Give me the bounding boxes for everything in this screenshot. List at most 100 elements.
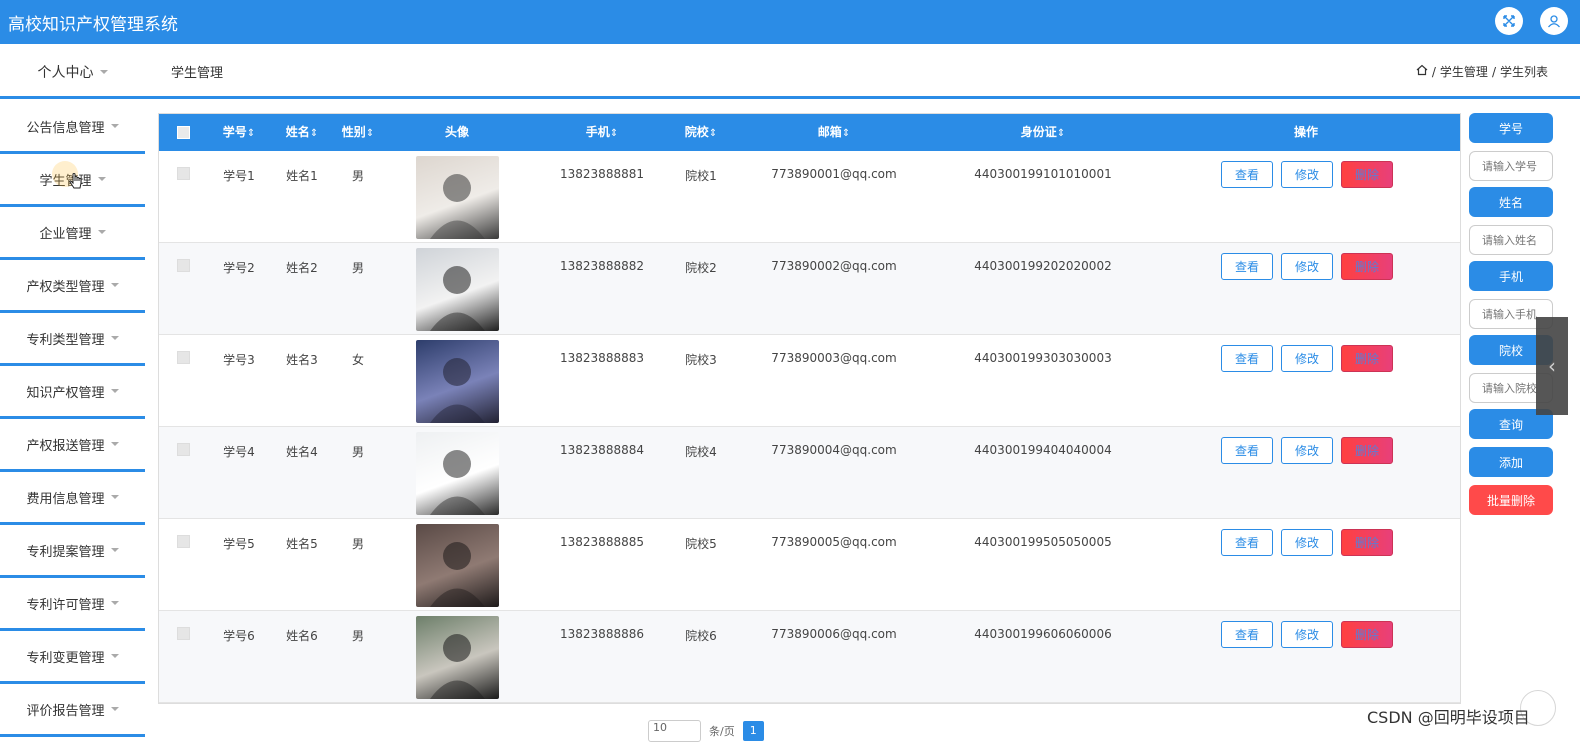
sidebar-item-ip[interactable]: 知识产权管理	[0, 366, 145, 419]
cell-student-id: 学号3	[223, 353, 255, 367]
select-all-checkbox[interactable]	[177, 126, 190, 139]
edit-button[interactable]: 修改	[1281, 621, 1333, 648]
edit-button[interactable]: 修改	[1281, 437, 1333, 464]
row-checkbox[interactable]	[177, 259, 190, 272]
cell-idcard: 440300199606060006	[974, 627, 1112, 641]
caret-down-icon	[110, 548, 119, 552]
row-checkbox[interactable]	[177, 167, 190, 180]
view-button[interactable]: 查看	[1221, 529, 1273, 556]
sidebar-item-label: 企业管理	[39, 226, 92, 242]
sidebar-item-announcement[interactable]: 公告信息管理	[0, 101, 145, 154]
delete-button[interactable]: 删除	[1341, 437, 1393, 464]
view-button[interactable]: 查看	[1221, 345, 1273, 372]
sidebar-item-label: 产权报送管理	[26, 438, 105, 454]
table-row: 学号4 姓名4 男 13823888884 院校4 773890004@qq.c…	[159, 427, 1460, 519]
delete-button[interactable]: 删除	[1341, 161, 1393, 188]
header-gender[interactable]: 性别⇕	[342, 114, 374, 151]
cell-phone: 13823888885	[560, 535, 644, 549]
view-button[interactable]: 查看	[1221, 161, 1273, 188]
cell-student-id: 学号5	[223, 537, 255, 551]
header-name[interactable]: 姓名⇕	[286, 114, 318, 151]
sub-header: 个人中心 学生管理 / 学生管理 / 学生列表	[0, 44, 1580, 99]
cell-gender: 男	[351, 445, 365, 459]
student-table: 学号⇕ 姓名⇕ 性别⇕ 头像 手机⇕ 院校⇕ 邮箱⇕ 身份证⇕ 操作 学号1 姓…	[158, 113, 1461, 704]
sidebar-item-patent-type[interactable]: 专利类型管理	[0, 313, 145, 366]
sidebar-item-patent-proposal[interactable]: 专利提案管理	[0, 525, 145, 578]
header-phone[interactable]: 手机⇕	[586, 114, 618, 151]
delete-button[interactable]: 删除	[1341, 345, 1393, 372]
top-bar: 高校知识产权管理系统	[0, 0, 1580, 44]
avatar	[416, 156, 499, 239]
caret-down-icon	[99, 69, 108, 74]
cell-student-id: 学号4	[223, 445, 255, 459]
table-header: 学号⇕ 姓名⇕ 性别⇕ 头像 手机⇕ 院校⇕ 邮箱⇕ 身份证⇕ 操作	[159, 114, 1460, 151]
student-id-label: 学号	[1469, 113, 1553, 143]
caret-down-icon	[110, 654, 119, 658]
cell-email: 773890002@qq.com	[771, 259, 897, 273]
page-size-select[interactable]: 10	[648, 720, 701, 742]
delete-button[interactable]: 删除	[1341, 529, 1393, 556]
cell-gender: 男	[351, 261, 365, 275]
avatar	[416, 616, 499, 699]
delete-button[interactable]: 删除	[1341, 253, 1393, 280]
header-email[interactable]: 邮箱⇕	[818, 114, 850, 151]
cell-gender: 男	[351, 537, 365, 551]
caret-down-icon	[110, 283, 119, 287]
row-checkbox[interactable]	[177, 443, 190, 456]
page-number-current[interactable]: 1	[742, 721, 764, 741]
sort-icon: ⇕	[1056, 128, 1066, 139]
sidebar-item-evaluation[interactable]: 评价报告管理	[0, 684, 145, 737]
edit-button[interactable]: 修改	[1281, 161, 1333, 188]
edit-button[interactable]: 修改	[1281, 529, 1333, 556]
sort-icon: ⇕	[309, 128, 319, 139]
header-actions: 操作	[1293, 125, 1319, 139]
batch-delete-button[interactable]: 批量删除	[1469, 485, 1553, 515]
sidebar-item-ip-report[interactable]: 产权报送管理	[0, 419, 145, 472]
row-checkbox[interactable]	[177, 627, 190, 640]
delete-button[interactable]: 删除	[1341, 621, 1393, 648]
cell-phone: 13823888882	[560, 259, 644, 273]
view-button[interactable]: 查看	[1221, 437, 1273, 464]
breadcrumb-separator: /	[1491, 64, 1496, 79]
caret-down-icon	[110, 442, 119, 446]
add-button[interactable]: 添加	[1469, 447, 1553, 477]
header-student-id[interactable]: 学号⇕	[223, 114, 255, 151]
sort-icon: ⇕	[609, 128, 619, 139]
cell-idcard: 440300199202020002	[974, 259, 1112, 273]
sidebar-item-patent-license[interactable]: 专利许可管理	[0, 578, 145, 631]
sidebar-item-label: 费用信息管理	[26, 491, 105, 507]
sidebar-item-label: 评价报告管理	[26, 703, 105, 719]
sidebar-item-enterprise[interactable]: 企业管理	[0, 207, 145, 260]
chevron-left-icon[interactable]: ‹	[1536, 317, 1568, 415]
sidebar-item-label: 专利许可管理	[26, 597, 105, 613]
personal-center-menu[interactable]: 个人中心	[0, 44, 145, 99]
avatar	[416, 248, 499, 331]
user-icon[interactable]	[1540, 7, 1568, 35]
view-button[interactable]: 查看	[1221, 621, 1273, 648]
watermark: CSDN @回明毕设项目	[1367, 708, 1530, 727]
row-checkbox[interactable]	[177, 535, 190, 548]
sidebar-item-label: 专利提案管理	[26, 544, 105, 560]
caret-down-icon	[110, 124, 119, 128]
expand-icon[interactable]	[1495, 7, 1523, 35]
edit-button[interactable]: 修改	[1281, 253, 1333, 280]
row-checkbox[interactable]	[177, 351, 190, 364]
breadcrumb-level1[interactable]: 学生管理	[1440, 63, 1488, 80]
header-school[interactable]: 院校⇕	[685, 114, 717, 151]
student-id-input[interactable]	[1469, 151, 1553, 181]
sidebar-item-fees[interactable]: 费用信息管理	[0, 472, 145, 525]
sort-icon: ⇕	[365, 128, 375, 139]
header-idcard[interactable]: 身份证⇕	[1021, 114, 1065, 151]
cell-gender: 女	[351, 353, 365, 367]
home-icon[interactable]	[1416, 64, 1428, 79]
edit-button[interactable]: 修改	[1281, 345, 1333, 372]
header-icons	[1495, 7, 1568, 35]
sidebar-item-ip-type[interactable]: 产权类型管理	[0, 260, 145, 313]
caret-down-icon	[110, 707, 119, 711]
sidebar-item-patent-change[interactable]: 专利变更管理	[0, 631, 145, 684]
name-input[interactable]	[1469, 225, 1553, 255]
cell-school: 院校2	[685, 261, 717, 275]
cell-email: 773890001@qq.com	[771, 167, 897, 181]
cell-name: 姓名6	[286, 629, 318, 643]
view-button[interactable]: 查看	[1221, 253, 1273, 280]
